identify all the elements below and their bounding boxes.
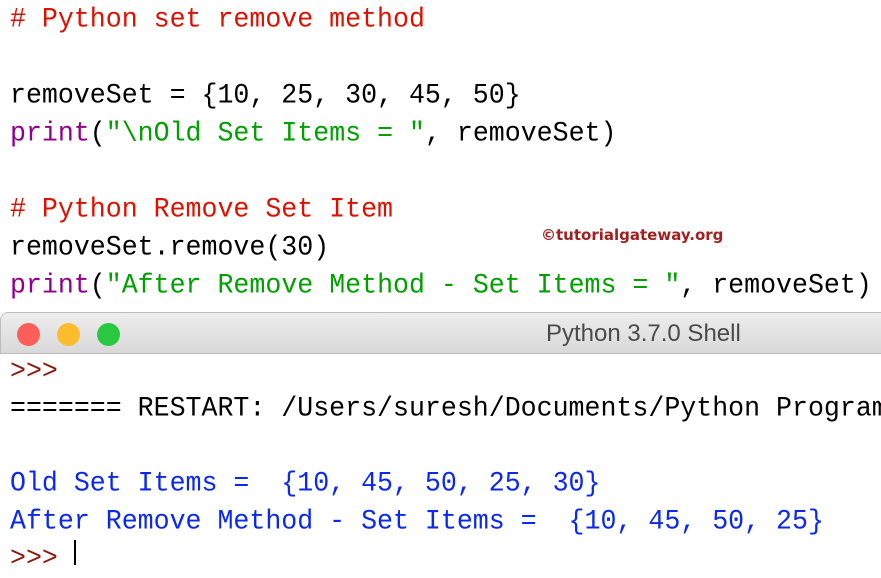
print-keyword: print bbox=[10, 269, 90, 301]
prompt: >>> bbox=[10, 355, 58, 387]
python-shell-window: Python 3.7.0 Shell >>> ======= RESTART: … bbox=[0, 312, 881, 574]
prompt[interactable]: >>> bbox=[10, 538, 58, 578]
string-literal: "After Remove Method - Set Items = " bbox=[105, 269, 681, 301]
args: , removeSet) bbox=[680, 269, 872, 301]
zoom-button[interactable] bbox=[97, 323, 120, 346]
title-bar[interactable]: Python 3.7.0 Shell bbox=[0, 312, 881, 354]
args: , removeSet) bbox=[424, 117, 617, 149]
close-button[interactable] bbox=[17, 323, 40, 346]
restart-line: ======= RESTART: /Users/suresh/Documents… bbox=[10, 392, 881, 424]
paren: ( bbox=[89, 269, 106, 301]
comment-line: # Python Remove Set Item bbox=[10, 193, 394, 225]
output-line: Old Set Items = {10, 45, 50, 25, 30} bbox=[10, 467, 601, 499]
window-title: Python 3.7.0 Shell bbox=[546, 320, 741, 347]
minimize-button[interactable] bbox=[57, 323, 80, 346]
paren: ( bbox=[89, 117, 106, 149]
print-line: print("\nOld Set Items = ", removeSet) bbox=[10, 113, 616, 153]
text-cursor bbox=[74, 540, 76, 565]
print-line: print("After Remove Method - Set Items =… bbox=[10, 265, 872, 305]
code-line: removeSet.remove(30) bbox=[10, 231, 330, 263]
string-literal: "\nOld Set Items = " bbox=[105, 117, 425, 149]
print-keyword: print bbox=[10, 117, 90, 149]
code-line: removeSet = {10, 25, 30, 45, 50} bbox=[10, 79, 521, 111]
output-line: After Remove Method - Set Items = {10, 4… bbox=[10, 505, 824, 537]
watermark: ©tutorialgateway.org bbox=[541, 226, 724, 244]
comment-line: # Python set remove method bbox=[10, 3, 425, 35]
code-editor[interactable]: # Python set remove method removeSet = {… bbox=[0, 0, 881, 310]
